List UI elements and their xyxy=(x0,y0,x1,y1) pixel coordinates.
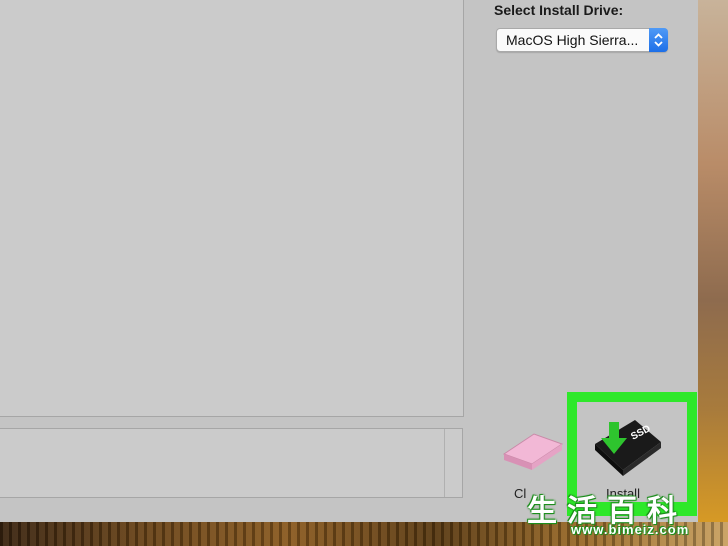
watermark: 生活百科 www.bimeiz.com xyxy=(527,486,717,540)
desktop-wallpaper xyxy=(698,0,728,546)
eraser-icon xyxy=(502,433,564,470)
install-drive-select[interactable]: MacOS High Sierra... xyxy=(496,28,668,52)
watermark-url: www.bimeiz.com xyxy=(571,522,690,537)
select-install-drive-label: Select Install Drive: xyxy=(494,2,624,18)
install-drive-select-value: MacOS High Sierra... xyxy=(506,32,639,48)
chevron-up-down-icon[interactable] xyxy=(649,28,668,52)
clear-label: Cl xyxy=(514,486,527,501)
log-panel xyxy=(0,428,463,498)
main-content-panel xyxy=(0,0,464,417)
ssd-install-icon: SSD xyxy=(595,420,661,476)
